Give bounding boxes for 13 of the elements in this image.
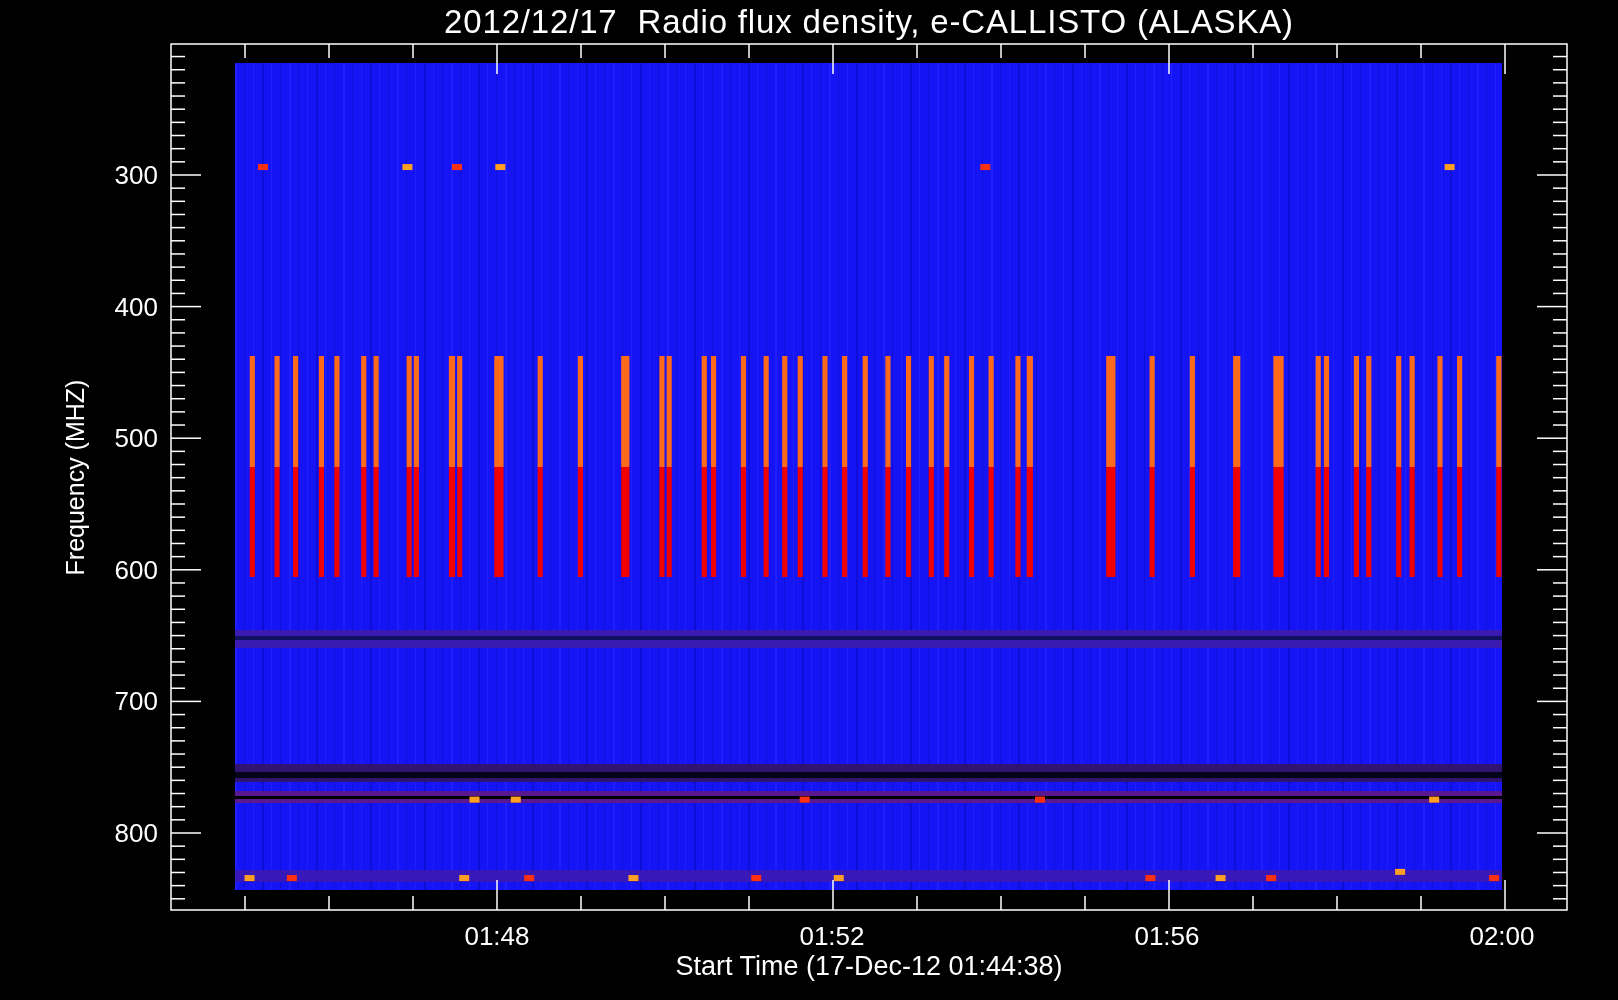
y-tick-label: 500 bbox=[114, 425, 158, 452]
y-tick-label: 600 bbox=[114, 556, 158, 583]
y-tick-label: 300 bbox=[114, 162, 158, 188]
x-axis-label: Start Time (17-Dec-12 01:44:38) bbox=[675, 953, 1063, 980]
x-tick-label: 01:48 bbox=[463, 923, 531, 949]
x-tick-label: 01:52 bbox=[798, 923, 866, 949]
y-tick-label: 700 bbox=[114, 688, 158, 715]
chart-title: 2012/12/17 Radio flux density, e-CALLISTO (ALASKA) bbox=[444, 5, 1294, 38]
x-tick-label: 01:56 bbox=[1133, 923, 1201, 949]
y-axis-label: Frequency (MHZ) bbox=[62, 378, 88, 578]
y-tick-label: 400 bbox=[114, 293, 158, 320]
y-tick-label: 800 bbox=[114, 820, 158, 846]
x-tick-label: 02:00 bbox=[1468, 923, 1536, 949]
